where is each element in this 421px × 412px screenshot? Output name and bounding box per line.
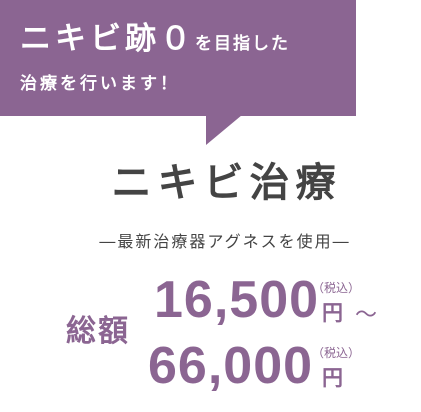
bubble-headline-suffix: を目指した — [195, 34, 290, 54]
page-title: ニキビ治療 — [111, 160, 342, 206]
speech-bubble: ニキビ跡０を目指した 治療を行います！ — [0, 0, 356, 116]
speech-bubble-tail — [206, 115, 242, 145]
price-max: 66,000 — [148, 337, 314, 395]
bubble-subline: 治療を行います！ — [20, 74, 180, 94]
tax-note-max: （税込） — [312, 346, 361, 360]
page-subtitle: ―最新治療器アグネスを使用― — [99, 232, 351, 251]
tax-note-min: （税込） — [312, 281, 361, 295]
total-label: 総額 — [66, 314, 130, 349]
bubble-headline-emphasis: ニキビ跡０ — [20, 21, 195, 57]
bubble-headline: ニキビ跡０を目指した — [20, 16, 356, 67]
price-min: 16,500 — [154, 271, 320, 329]
yen-unit-max: 円 — [322, 366, 343, 390]
range-tilde: ～ — [355, 303, 378, 328]
yen-unit-min: 円 — [322, 301, 343, 325]
